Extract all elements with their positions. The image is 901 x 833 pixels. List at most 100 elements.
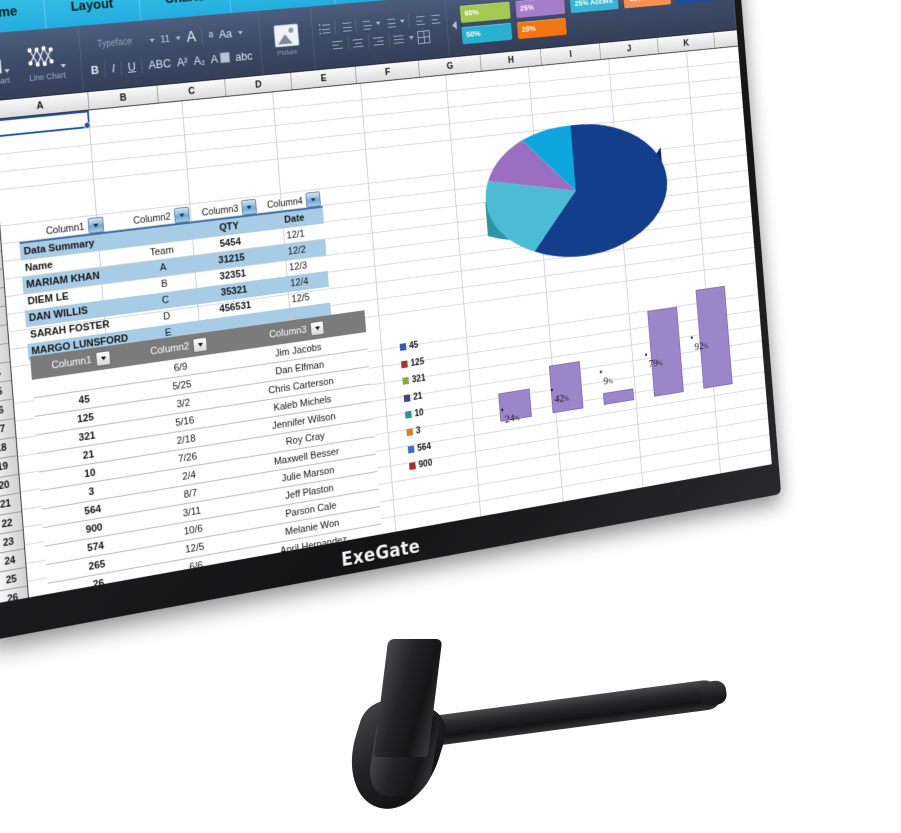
picture-button[interactable]: Picture	[266, 23, 307, 58]
filter-dropdown-icon[interactable]	[95, 349, 112, 367]
legend-color-swatch	[405, 411, 412, 420]
decrease-indent-icon[interactable]	[412, 14, 425, 26]
font-size-dropdown-icon[interactable]	[175, 35, 181, 40]
chart-legend: 45 125 321 21 10 3 564 900	[399, 339, 433, 472]
chevron-down-icon[interactable]	[408, 35, 414, 40]
pie-chart[interactable]	[456, 86, 689, 293]
table2-cell-column3: Zach Jacobs	[289, 570, 344, 591]
style-column-1: 60% 50%	[459, 1, 512, 44]
line-chart-button[interactable]: Line Chart	[18, 41, 75, 83]
filter-dropdown-icon[interactable]	[192, 336, 209, 353]
font-color-button[interactable]: A	[210, 51, 230, 66]
chevron-left-icon[interactable]	[451, 20, 457, 30]
bar-data-label-value: 42	[553, 390, 565, 406]
align-center-icon[interactable]	[352, 37, 365, 49]
legend-color-swatch	[407, 445, 415, 454]
bar	[647, 306, 684, 397]
legend-item: 45	[399, 339, 424, 353]
bar-column[interactable]	[647, 306, 684, 397]
highlight-button[interactable]: abc	[235, 49, 253, 64]
ribbon-group-insert: Picture	[257, 6, 316, 75]
numbered-list-icon[interactable]	[339, 20, 352, 32]
borders-grid-icon[interactable]	[416, 29, 431, 44]
align-right-icon[interactable]	[372, 35, 385, 47]
percent-sign: %	[607, 377, 614, 386]
divider	[120, 60, 123, 75]
legend-item: 321	[402, 373, 426, 387]
monitor-stand-right-leg	[416, 678, 723, 748]
bold-button[interactable]: B	[90, 63, 99, 77]
bar-data-label-value: 92	[693, 338, 704, 353]
style-swatch-label: 25%	[521, 23, 537, 35]
column-header-L[interactable]: L	[714, 30, 771, 48]
divider	[354, 18, 357, 33]
filter-dropdown-icon[interactable]	[305, 191, 321, 208]
line-spacing-icon[interactable]	[384, 16, 397, 28]
style-swatch-25pct-purple[interactable]: 25%	[514, 0, 565, 18]
grow-font-button[interactable]: A	[186, 27, 197, 46]
table2-row[interactable]: 87	[53, 594, 389, 604]
style-swatch-25pct-accent[interactable]: 25% Accent	[569, 0, 619, 13]
legend-color-swatch	[402, 377, 410, 385]
divider	[407, 13, 410, 28]
align-left-icon[interactable]	[331, 38, 344, 50]
superscript-button[interactable]: A²	[176, 55, 188, 69]
table2-cell-column2: 5/12	[187, 577, 208, 592]
grid-area: 1234567891011121314151617181920212223242…	[0, 46, 772, 604]
style-swatch-50pct[interactable]: 50%	[461, 22, 512, 44]
legend-item: 900	[409, 458, 433, 472]
bar-data-label-value: 79	[648, 355, 659, 370]
table1-cell-c2	[128, 231, 192, 239]
legend-color-swatch	[406, 428, 414, 437]
multilevel-list-icon[interactable]	[359, 18, 372, 31]
filter-dropdown-icon[interactable]	[310, 319, 325, 336]
align-justify-icon[interactable]	[392, 33, 406, 45]
line-chart-label: Line Chart	[28, 69, 66, 83]
italic-button[interactable]: I	[111, 61, 115, 75]
strikethrough-button[interactable]: ABC	[148, 56, 172, 72]
filter-dropdown-icon[interactable]	[87, 216, 104, 234]
style-swatch-50pct-notes-blue[interactable]: 50% Notes	[675, 0, 723, 4]
increase-indent-icon[interactable]	[428, 12, 441, 24]
font-size-value[interactable]: 11	[160, 33, 170, 45]
bar-column[interactable]	[602, 388, 635, 405]
legend-item: 564	[407, 441, 431, 455]
color-swatch-icon	[219, 51, 230, 64]
shrink-font-button[interactable]: a	[208, 30, 213, 40]
percent-sign: %	[514, 414, 520, 423]
typeface-dropdown-icon[interactable]	[149, 38, 155, 43]
underline-button[interactable]: U	[127, 59, 136, 73]
bar-chart[interactable]: 24% 42% 9% 79% 92%	[484, 276, 733, 445]
style-swatch-60pct[interactable]: 60%	[459, 1, 511, 23]
change-case-button[interactable]: Aa	[218, 27, 232, 41]
legend-label: 900	[418, 457, 433, 471]
legend-color-swatch	[409, 462, 416, 471]
bar-chart-columns	[492, 285, 733, 422]
cell-canvas[interactable]: Column1 Column2 Column3 Column4 Data Summar…	[0, 46, 772, 604]
filter-dropdown-icon[interactable]	[241, 198, 257, 216]
bar-column[interactable]	[695, 285, 733, 389]
bar-data-label: 79%	[648, 355, 663, 370]
change-case-dropdown-icon[interactable]	[237, 30, 243, 35]
monitor-bezel: Home Layout Charts Formulas Data Review	[0, 0, 782, 641]
subscript-button[interactable]: A₂	[193, 53, 205, 67]
ribbon-group-charts: Bar Chart	[0, 25, 84, 104]
table2-cell-column3: Esmerelda Fontaine	[275, 585, 360, 604]
bar-data-label-value: 24	[504, 410, 516, 426]
chevron-down-icon[interactable]	[375, 21, 381, 26]
bar-data-label: 24%	[504, 410, 520, 426]
style-swatch-label: 50%	[465, 29, 481, 40]
legend-item: 3	[406, 424, 430, 438]
divider	[201, 28, 204, 43]
filter-dropdown-icon[interactable]	[173, 206, 190, 224]
table2-cell-column2: 1/25	[189, 595, 209, 604]
chevron-down-icon[interactable]	[399, 19, 405, 24]
style-swatch-25pct-orange[interactable]: 25%	[516, 17, 567, 39]
divider	[367, 34, 370, 49]
line-chart-icon	[27, 46, 54, 68]
bullet-list-icon[interactable]	[318, 22, 331, 35]
font-color-label: A	[210, 51, 219, 66]
style-swatch-25pct-notes[interactable]: 25% Notes	[622, 0, 671, 9]
legend-label: 45	[408, 339, 419, 352]
style-swatch-label: 25% Accent	[574, 0, 614, 9]
